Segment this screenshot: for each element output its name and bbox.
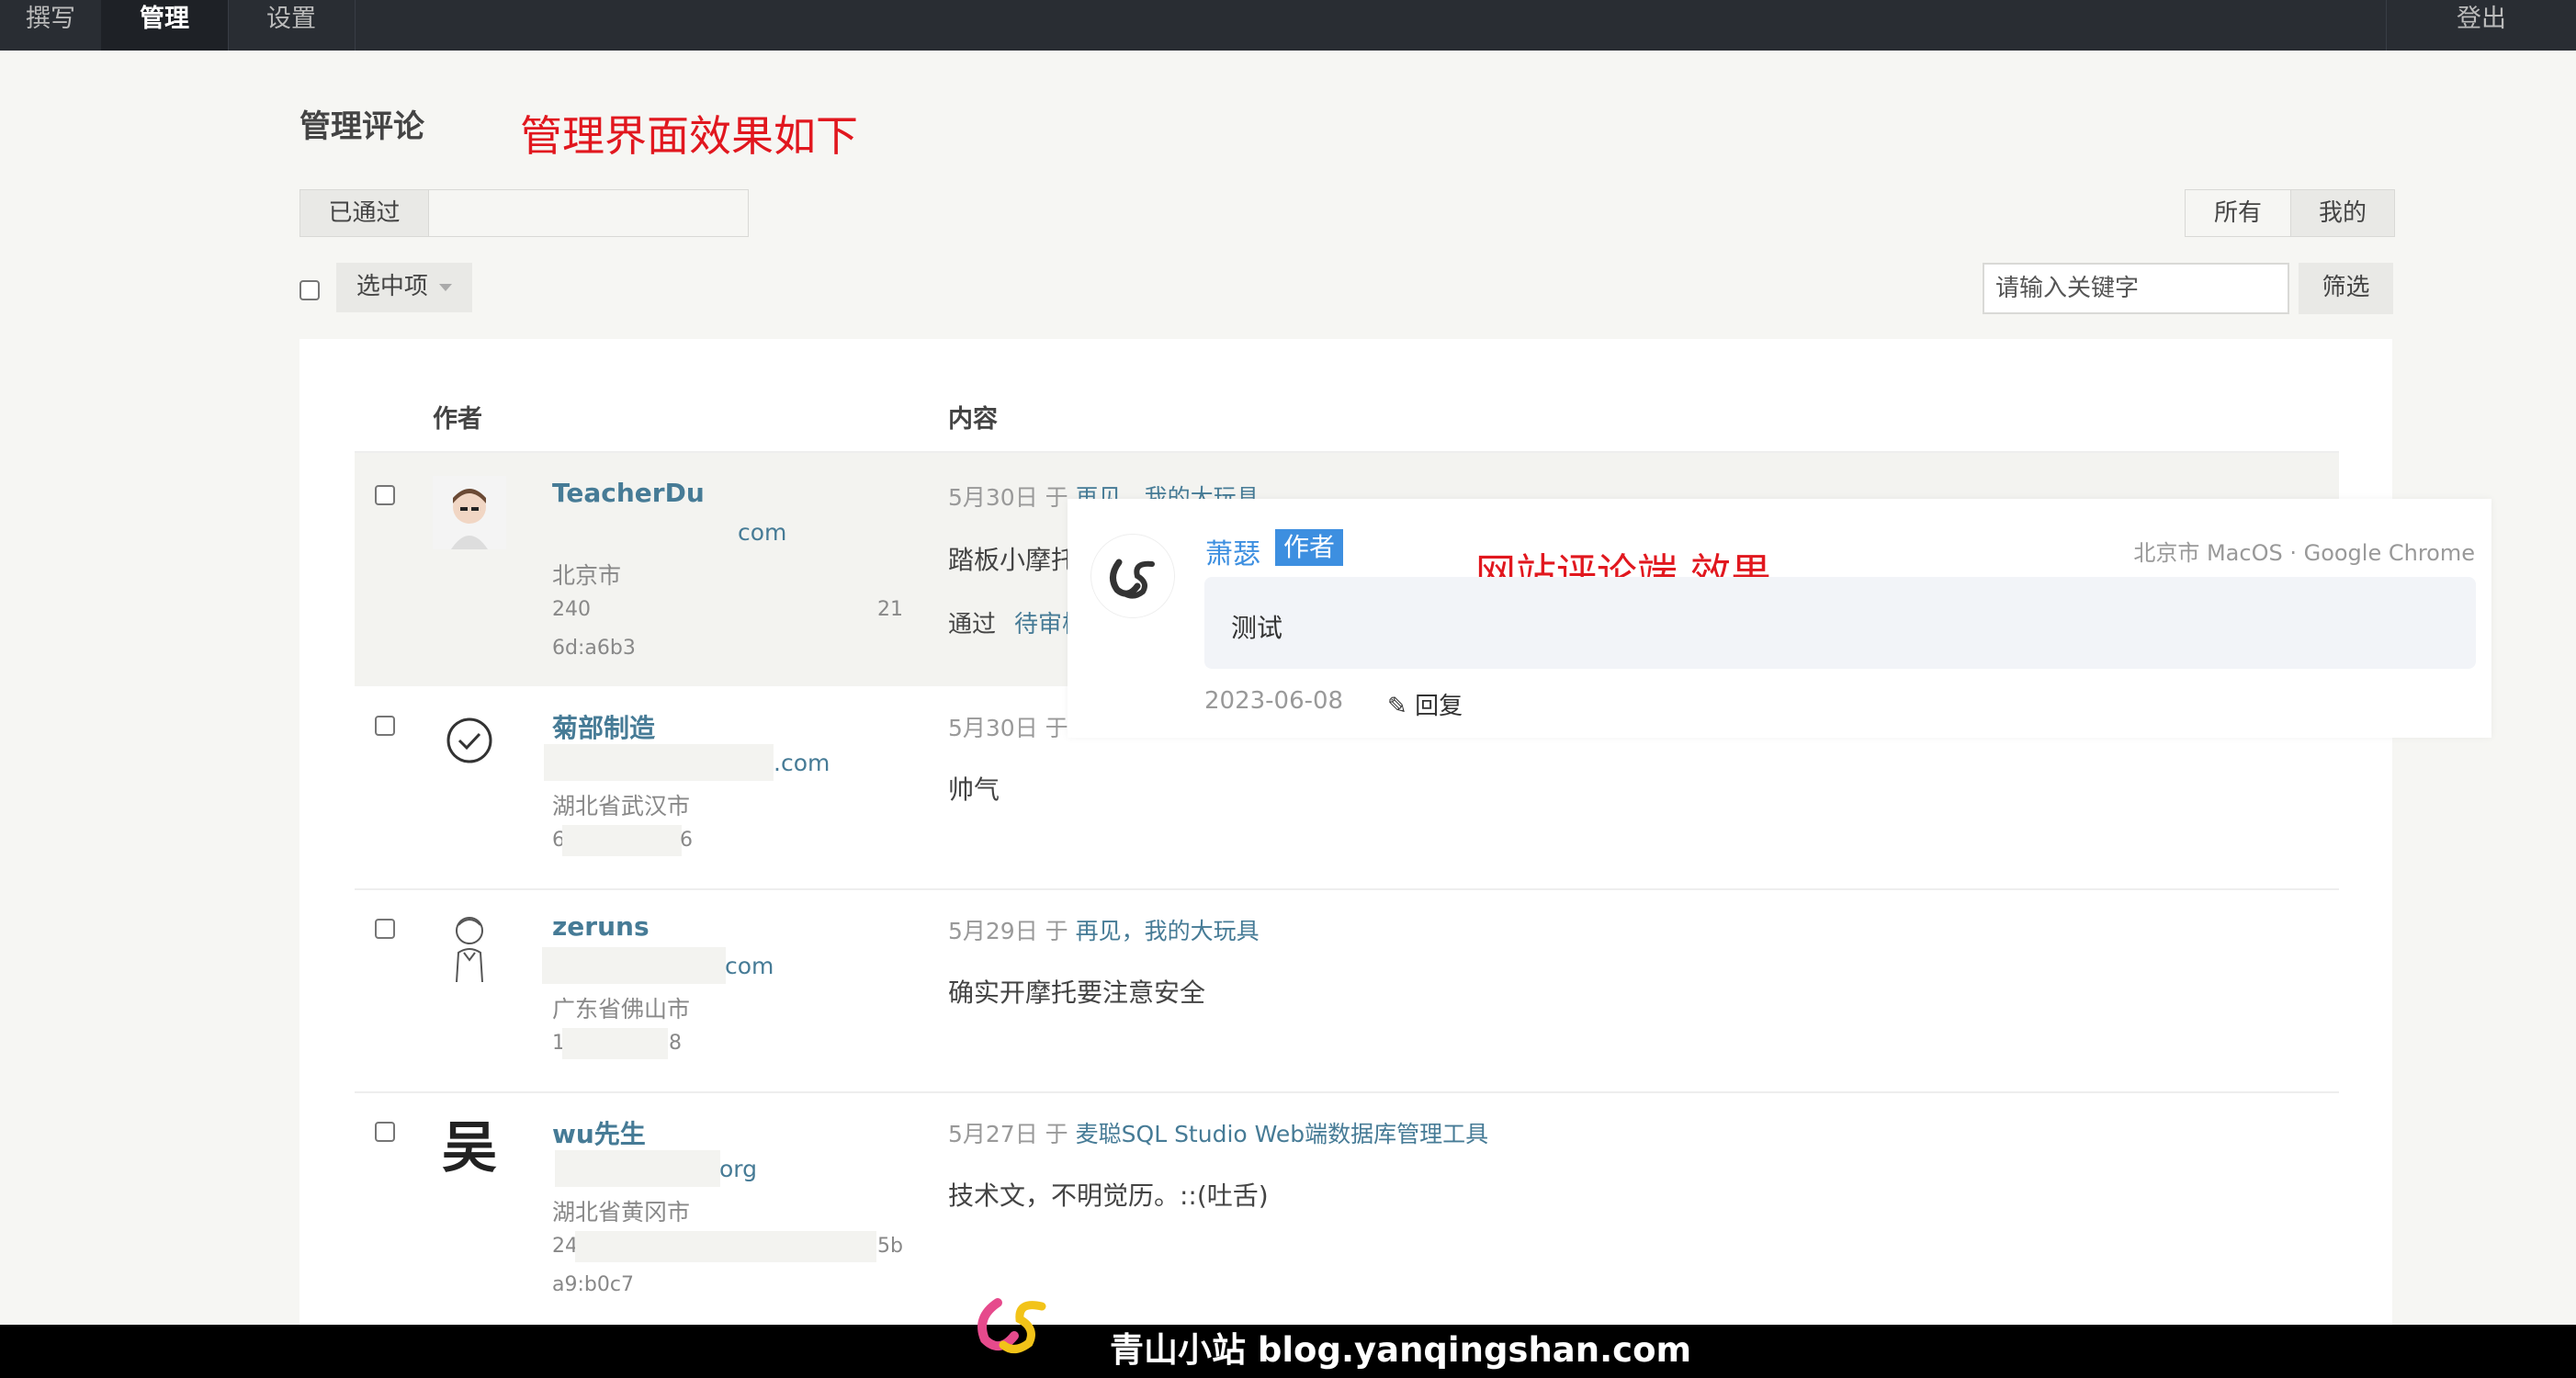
comment-prep: 于 <box>1045 918 1068 944</box>
comment-content: 踏板小摩托 <box>948 545 1078 575</box>
avatar <box>433 909 506 983</box>
comment-location: 湖北省黄冈市 <box>552 1199 691 1226</box>
redaction <box>555 1150 720 1187</box>
comment-ip-start: 240 <box>552 598 591 621</box>
reply-button[interactable]: ✎ 回复 <box>1387 687 1463 721</box>
author-badge: 作者 <box>1275 529 1344 566</box>
site-comment-meta: 北京市 MacOS · Google Chrome <box>2133 540 2475 566</box>
approve-action[interactable]: 通过 <box>948 605 996 639</box>
nav-logout[interactable]: 登出 <box>2386 0 2576 51</box>
comment-prep: 于 <box>1045 715 1068 741</box>
comment-date: 5月27日 <box>948 1121 1038 1147</box>
site-logo-icon <box>966 1290 1058 1363</box>
comment-ip-end: 5b <box>877 1235 903 1258</box>
redaction <box>575 1231 876 1262</box>
row-divider <box>355 888 2339 890</box>
comment-author[interactable]: TeacherDu <box>552 478 705 508</box>
reply-label: 回复 <box>1415 693 1463 720</box>
comment-location: 湖北省武汉市 <box>552 793 691 819</box>
bulk-action-dropdown[interactable]: 选中项 <box>336 263 472 312</box>
comment-ip-line2: a9:b0c7 <box>552 1273 634 1296</box>
row-checkbox[interactable] <box>375 485 395 505</box>
row-checkbox[interactable] <box>375 1122 395 1142</box>
comment-author[interactable]: wu先生 <box>552 1114 646 1151</box>
tab-approved[interactable]: 已通过 <box>299 189 429 237</box>
avatar <box>433 476 506 549</box>
comment-ip-line2: 6d:a6b3 <box>552 637 636 660</box>
redaction <box>542 947 726 984</box>
site-comment-date: 2023-06-08 <box>1204 687 1344 715</box>
comment-prep: 于 <box>1045 1121 1068 1147</box>
filter-button[interactable]: 筛选 <box>2299 263 2393 314</box>
comment-prep: 于 <box>1045 484 1068 511</box>
annotation-admin: 管理界面效果如下 <box>520 111 858 161</box>
comment-date: 5月29日 <box>948 918 1038 944</box>
site-comment-text: 测试 <box>1231 613 1283 643</box>
comment-date: 5月30日 <box>948 484 1038 511</box>
comment-content: 确实开摩托要注意安全 <box>948 977 1206 1008</box>
site-logo-avatar <box>1090 534 1175 618</box>
header-content: 内容 <box>948 405 998 434</box>
row-divider <box>355 1091 2339 1093</box>
scope-mine-button[interactable]: 我的 <box>2290 189 2395 237</box>
comment-location: 广东省佛山市 <box>552 996 691 1022</box>
top-nav: 撰写 管理 设置 登出 <box>0 0 2576 51</box>
comment-date: 5月30日 <box>948 715 1038 741</box>
comment-author[interactable]: zeruns <box>552 911 650 942</box>
comment-meta: 5月27日 于 麦聪SQL Studio Web端数据库管理工具 <box>948 1116 1488 1149</box>
page-title: 管理评论 <box>299 108 424 145</box>
post-link[interactable]: 再见，我的大玩具 <box>1076 918 1260 944</box>
post-link[interactable]: 麦聪SQL Studio Web端数据库管理工具 <box>1076 1121 1489 1147</box>
row-checkbox[interactable] <box>375 716 395 736</box>
comment-author[interactable]: 菊部制造 <box>552 708 655 745</box>
redaction <box>562 1028 668 1059</box>
nav-write[interactable]: 撰写 <box>0 0 102 51</box>
comment-ip-end: 21 <box>877 598 903 621</box>
comment-ip-end: 8 <box>669 1032 682 1055</box>
site-comment-author[interactable]: 萧瑟 <box>1205 531 1260 571</box>
redaction <box>562 825 682 856</box>
comment-content: 帅气 <box>948 774 1000 805</box>
avatar: 吴 <box>433 1112 506 1185</box>
comment-content: 技术文，不明觉历。::(吐舌) <box>948 1180 1269 1211</box>
comment-email[interactable]: com <box>738 519 786 546</box>
comment-meta: 5月30日 于 <box>948 710 1068 743</box>
scope-all-button[interactable]: 所有 <box>2185 189 2291 237</box>
comment-email[interactable]: com <box>725 953 774 979</box>
comment-email[interactable]: org <box>719 1156 757 1182</box>
footer-text: 青山小站 blog.yanqingshan.com <box>1110 1330 1692 1370</box>
tab-blank <box>428 189 749 237</box>
comment-email[interactable]: .com <box>774 750 830 776</box>
pencil-icon: ✎ <box>1387 693 1407 720</box>
comment-ip-end: 6 <box>680 829 693 852</box>
row-checkbox[interactable] <box>375 919 395 939</box>
nav-manage[interactable]: 管理 <box>101 0 229 51</box>
check-circle-icon <box>442 713 497 768</box>
comment-ip-start: 24 <box>552 1235 578 1258</box>
redaction <box>544 744 774 781</box>
select-all-checkbox[interactable] <box>299 280 320 300</box>
comment-location: 北京市 <box>552 562 622 589</box>
nav-settings[interactable]: 设置 <box>228 0 356 51</box>
comment-meta: 5月29日 于 再见，我的大玩具 <box>948 913 1260 946</box>
bulk-action-label: 选中项 <box>356 273 428 300</box>
caret-down-icon <box>439 283 453 291</box>
site-comment-bubble <box>1204 577 2476 669</box>
search-input[interactable] <box>1983 263 2289 314</box>
header-author: 作者 <box>433 405 482 434</box>
